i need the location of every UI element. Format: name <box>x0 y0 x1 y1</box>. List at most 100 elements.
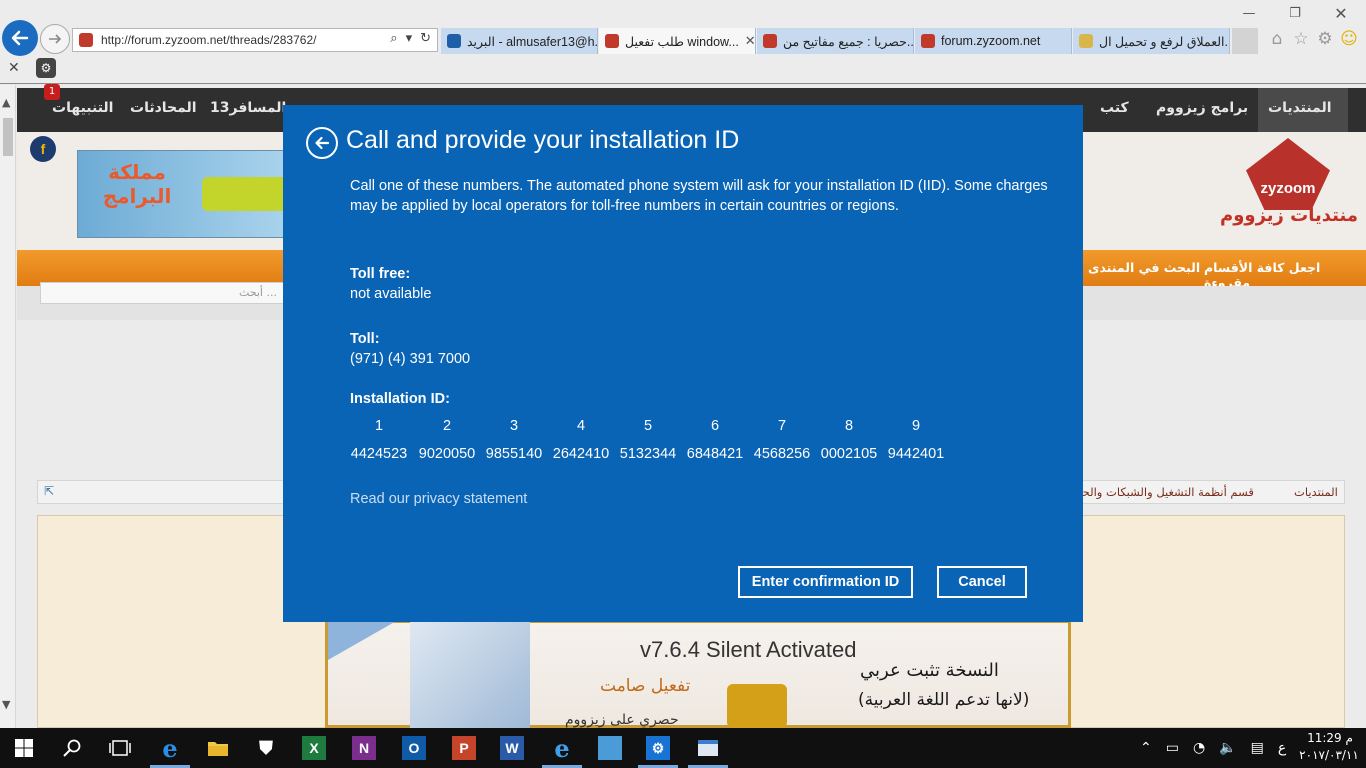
logo-text: منتديات زيزووم <box>1220 205 1358 226</box>
close-window-icon[interactable]: ✕ <box>1326 4 1356 24</box>
privacy-statement-link[interactable]: Read our privacy statement <box>350 491 527 507</box>
minimize-icon[interactable]: — <box>1234 4 1264 24</box>
iid-group-number: 6 <box>710 418 720 434</box>
close-tab-icon[interactable]: ✕ <box>739 33 755 49</box>
scroll-up-icon[interactable]: ▲ <box>2 96 10 109</box>
new-tab-button[interactable] <box>1232 28 1258 54</box>
nav-conversations[interactable]: المحادثات <box>130 100 197 116</box>
breadcrumb-home[interactable]: المنتديات <box>1294 485 1338 499</box>
task-view-icon[interactable] <box>108 736 132 760</box>
show-hidden-icons-icon[interactable]: ⌃ <box>1140 740 1152 756</box>
tab-forum[interactable]: forum.zyzoom.net <box>915 28 1072 54</box>
clock-time[interactable]: 11:29 م <box>1300 731 1360 745</box>
nav-zyzoom-programs[interactable]: برامج زيزووم <box>1156 100 1248 116</box>
external-link-icon[interactable]: ⇱ <box>44 484 54 498</box>
chevron-down-icon[interactable]: ▾ <box>406 31 413 46</box>
banner-button[interactable] <box>202 177 287 211</box>
facebook-icon[interactable]: f <box>30 136 56 162</box>
tab-upload[interactable]: العملاق لرفع و تحميل ال... <box>1073 28 1230 54</box>
iid-group: 6 6848421 <box>682 418 748 462</box>
site-favicon <box>605 34 619 48</box>
iid-group-number: 8 <box>844 418 854 434</box>
notifications-icon[interactable]: ▤ <box>1251 740 1264 756</box>
search-icon[interactable] <box>60 736 84 760</box>
iid-group-value: 4568256 <box>753 446 811 462</box>
refresh-icon[interactable]: ↻ <box>420 31 431 46</box>
gear-icon[interactable]: ⚙ <box>1316 30 1334 48</box>
forward-button[interactable] <box>40 24 70 54</box>
breadcrumb-section[interactable]: قسم أنظمة التشغيل والشبكات والحزم ال <box>1054 485 1254 499</box>
nav-forums[interactable]: المنتديات <box>1268 100 1332 116</box>
dialog-back-button[interactable] <box>306 127 338 159</box>
word-icon[interactable]: W <box>500 736 524 760</box>
onenote-icon[interactable]: N <box>352 736 376 760</box>
forum-search-input[interactable]: أبحث ... <box>40 282 284 304</box>
smiley-icon[interactable]: ☺ <box>1340 30 1358 48</box>
favorites-star-icon[interactable]: ☆ <box>1292 30 1310 48</box>
iid-group: 9 9442401 <box>883 418 949 462</box>
folder-lock-box-image <box>410 622 530 728</box>
toll-label: Toll: <box>350 331 380 347</box>
iid-group-number: 9 <box>911 418 921 434</box>
home-icon[interactable]: ⌂ <box>1268 30 1286 48</box>
powerpoint-icon[interactable]: P <box>452 736 476 760</box>
tab-label: حصريا : جميع مفاتيح من... <box>783 34 914 49</box>
site-favicon <box>763 34 777 48</box>
magnifier-icon <box>63 739 81 757</box>
wifi-icon[interactable]: ◔ <box>1193 740 1205 756</box>
post-image-line: تفعيل صامت <box>600 676 691 696</box>
back-button[interactable] <box>2 20 38 56</box>
edge-icon[interactable]: e <box>158 734 182 763</box>
dialog-description: Call one of these numbers. The automated… <box>350 178 1048 214</box>
file-explorer-icon[interactable] <box>206 736 230 760</box>
iid-group-number: 4 <box>576 418 586 434</box>
tab-keys[interactable]: حصريا : جميع مفاتيح من... <box>757 28 914 54</box>
page-scrollbar[interactable] <box>0 85 16 728</box>
scrollbar-thumb[interactable] <box>3 118 13 156</box>
restore-icon[interactable]: ❐ <box>1280 4 1310 24</box>
search-icon[interactable]: ⌕ <box>390 31 397 46</box>
nav-alerts[interactable]: التنبيهات <box>52 100 113 116</box>
excel-icon[interactable]: X <box>302 736 326 760</box>
close-toolbar-icon[interactable]: ✕ <box>8 60 20 76</box>
banner-text: مملكة البرامج <box>102 160 172 208</box>
remote-desktop-icon[interactable] <box>598 736 622 760</box>
address-url[interactable]: http://forum.zyzoom.net/threads/283762/ <box>101 33 316 47</box>
arrow-left-icon <box>315 136 330 150</box>
volume-icon[interactable]: 🔈 <box>1219 740 1236 756</box>
post-image-title: v7.6.4 Silent Activated <box>640 637 857 662</box>
outlook-icon[interactable]: O <box>402 736 426 760</box>
store-icon[interactable]: ⛊ <box>254 736 278 760</box>
input-language[interactable]: ع <box>1278 740 1286 756</box>
iid-group: 8 0002105 <box>816 418 882 462</box>
iid-group-number: 7 <box>777 418 787 434</box>
iid-group: 4 2642410 <box>548 418 614 462</box>
address-bar[interactable]: http://forum.zyzoom.net/threads/283762/ … <box>72 28 438 52</box>
forum-search-link[interactable]: البحث في المنتدى <box>1088 260 1200 275</box>
window-icon[interactable] <box>696 736 720 760</box>
settings-icon[interactable]: ⚙ <box>646 736 670 760</box>
tab-activation-request[interactable]: طلب تفعيل window... ✕ <box>599 28 756 54</box>
extension-icon[interactable]: ⚙ <box>36 58 56 78</box>
site-favicon <box>1079 34 1093 48</box>
tab-label: forum.zyzoom.net <box>941 34 1041 48</box>
windows-logo-icon <box>15 739 33 757</box>
tab-mail[interactable]: البريد - almusafer13@h... <box>441 28 598 54</box>
iid-group: 2 9020050 <box>414 418 480 462</box>
battery-icon[interactable]: ▭ <box>1166 740 1179 756</box>
iid-group-value: 0002105 <box>820 446 878 462</box>
internet-explorer-icon[interactable]: e <box>550 734 574 763</box>
nav-user-menu[interactable]: المسافر13 <box>210 100 286 116</box>
post-image-line: (لانها تدعم اللغة العربية) <box>858 690 1030 710</box>
iid-group: 5 5132344 <box>615 418 681 462</box>
iid-group-value: 9855140 <box>485 446 543 462</box>
scroll-down-icon[interactable]: ▼ <box>2 698 10 711</box>
start-icon[interactable] <box>12 736 36 760</box>
cancel-button[interactable]: Cancel <box>937 566 1027 598</box>
iid-group-value: 9442401 <box>887 446 945 462</box>
nav-books[interactable]: كتب <box>1100 100 1129 116</box>
toll-free-value: not available <box>350 286 432 302</box>
iid-group-value: 6848421 <box>686 446 744 462</box>
clock-date[interactable]: ٢٠١٧/٠٣/١١ <box>1295 748 1363 762</box>
enter-confirmation-id-button[interactable]: Enter confirmation ID <box>738 566 913 598</box>
